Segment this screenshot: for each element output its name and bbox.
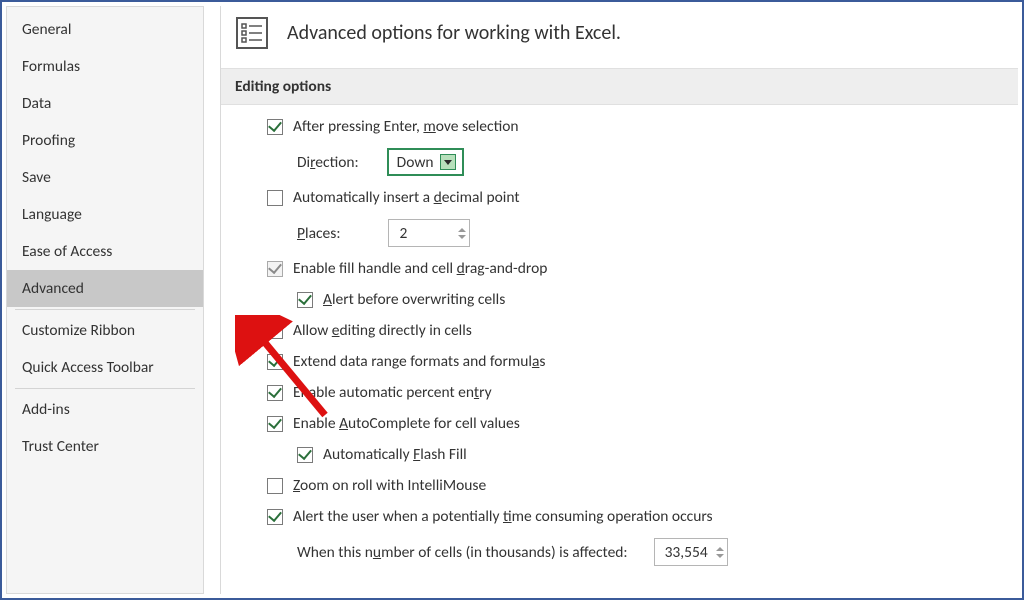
sidebar-item-add-ins[interactable]: Add-ins	[7, 391, 203, 428]
label-places: Places:	[297, 224, 340, 243]
opt-auto-decimal: Automatically insert a decimal point	[241, 188, 1004, 207]
sidebar-item-customize-ribbon[interactable]: Customize Ribbon	[7, 312, 203, 349]
label-alert-overwrite: Alert before overwriting cells	[323, 290, 505, 309]
advanced-options-icon	[235, 16, 269, 50]
opt-direction: Direction: Down	[241, 148, 1004, 176]
spinner-down-icon[interactable]	[715, 553, 725, 559]
label-flash-fill: Automatically Flash Fill	[323, 445, 467, 464]
checkbox-flash-fill[interactable]	[297, 447, 313, 463]
checkbox-zoom-mouse[interactable]	[267, 478, 283, 494]
label-extend-range: Extend data range formats and formulas	[293, 352, 545, 371]
sidebar-item-ease-of-access[interactable]: Ease of Access	[7, 233, 203, 270]
panel-title: Advanced options for working with Excel.	[287, 21, 621, 45]
spinner-up-icon[interactable]	[457, 227, 467, 233]
label-zoom-mouse: Zoom on roll with IntelliMouse	[293, 476, 486, 495]
sidebar-item-proofing[interactable]: Proofing	[7, 122, 203, 159]
sidebar-item-general[interactable]: General	[7, 11, 203, 48]
opt-alert-overwrite: Alert before overwriting cells	[241, 290, 1004, 309]
checkbox-auto-decimal[interactable]	[267, 190, 283, 206]
editing-options-list: After pressing Enter, move selection Dir…	[221, 105, 1018, 578]
checkbox-extend-range[interactable]	[267, 354, 283, 370]
category-sidebar: GeneralFormulasDataProofingSaveLanguageE…	[6, 6, 204, 594]
checkbox-allow-edit[interactable]	[267, 323, 283, 339]
checkbox-autocomplete[interactable]	[267, 416, 283, 432]
sidebar-item-trust-center[interactable]: Trust Center	[7, 428, 203, 465]
panel-header: Advanced options for working with Excel.	[221, 6, 1018, 68]
opt-after-enter: After pressing Enter, move selection	[241, 117, 1004, 136]
checkbox-alert-overwrite[interactable]	[297, 292, 313, 308]
section-editing-options: Editing options	[221, 68, 1018, 105]
sidebar-item-data[interactable]: Data	[7, 85, 203, 122]
sidebar-item-save[interactable]: Save	[7, 159, 203, 196]
opt-auto-percent: Enable automatic percent entry	[241, 383, 1004, 402]
opt-zoom-mouse: Zoom on roll with IntelliMouse	[241, 476, 1004, 495]
opt-autocomplete: Enable AutoComplete for cell values	[241, 414, 1004, 433]
label-alert-time: Alert the user when a potentially time c…	[293, 507, 713, 526]
label-cells-affected: When this number of cells (in thousands)…	[297, 543, 628, 562]
opt-cells-affected: When this number of cells (in thousands)…	[241, 538, 1004, 566]
sidebar-item-formulas[interactable]: Formulas	[7, 48, 203, 85]
label-allow-edit: Allow editing directly in cells	[293, 321, 472, 340]
label-auto-percent: Enable automatic percent entry	[293, 383, 492, 402]
sidebar-item-advanced[interactable]: Advanced	[7, 270, 203, 307]
spinner-cells-affected[interactable]: 33,554	[654, 538, 728, 566]
opt-allow-edit: Allow editing directly in cells	[241, 321, 1004, 340]
opt-fill-handle: Enable fill handle and cell drag-and-dro…	[241, 259, 1004, 278]
checkbox-after-enter[interactable]	[267, 119, 283, 135]
opt-extend-range: Extend data range formats and formulas	[241, 352, 1004, 371]
spinner-cells-affected-value: 33,554	[665, 543, 708, 562]
label-autocomplete: Enable AutoComplete for cell values	[293, 414, 520, 433]
label-auto-decimal: Automatically insert a decimal point	[293, 188, 520, 207]
dropdown-direction-value: Down	[397, 153, 434, 172]
spinner-down-icon[interactable]	[457, 234, 467, 240]
sidebar-item-language[interactable]: Language	[7, 196, 203, 233]
main-panel: Advanced options for working with Excel.…	[220, 6, 1018, 594]
opt-places: Places: 2	[241, 219, 1004, 247]
checkbox-fill-handle[interactable]	[267, 261, 283, 277]
spinner-places-value: 2	[399, 224, 407, 243]
sidebar-item-quick-access-toolbar[interactable]: Quick Access Toolbar	[7, 349, 203, 386]
label-after-enter: After pressing Enter, move selection	[293, 117, 519, 136]
opt-flash-fill: Automatically Flash Fill	[241, 445, 1004, 464]
chevron-down-icon	[440, 154, 456, 170]
sidebar-separator	[15, 388, 195, 389]
spinner-places[interactable]: 2	[388, 219, 470, 247]
checkbox-alert-time[interactable]	[267, 509, 283, 525]
label-direction: Direction:	[297, 153, 359, 172]
checkbox-auto-percent[interactable]	[267, 385, 283, 401]
options-dialog: GeneralFormulasDataProofingSaveLanguageE…	[0, 0, 1024, 600]
dropdown-direction[interactable]: Down	[387, 148, 464, 176]
label-fill-handle: Enable fill handle and cell drag-and-dro…	[293, 259, 547, 278]
opt-alert-time: Alert the user when a potentially time c…	[241, 507, 1004, 526]
spinner-up-icon[interactable]	[715, 546, 725, 552]
sidebar-separator	[15, 309, 195, 310]
